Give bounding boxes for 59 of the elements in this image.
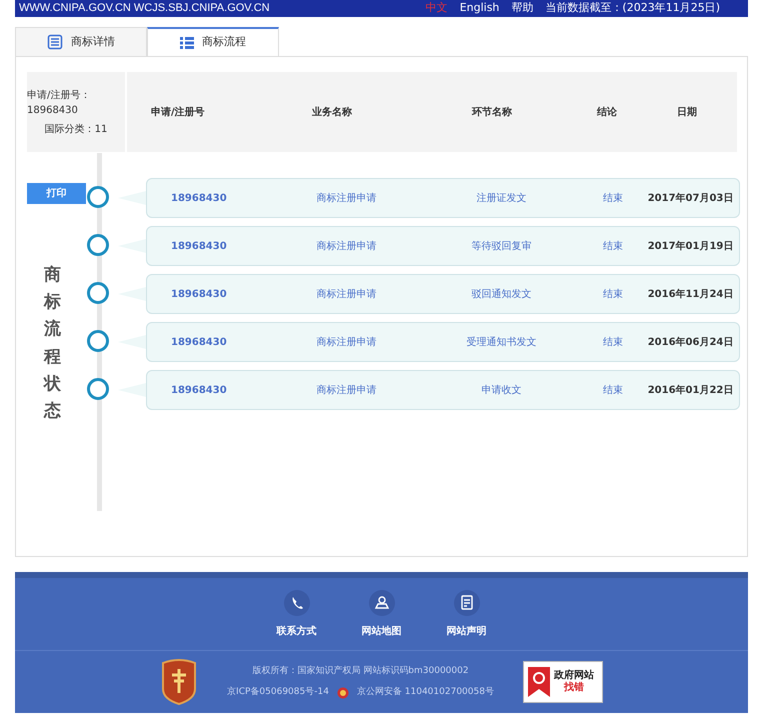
timeline-node-icon (87, 234, 109, 256)
footer-link[interactable]: 联系方式 (276, 590, 316, 638)
badge-title: 政府网站 (554, 670, 594, 682)
table-cell-text: 18968430 (170, 384, 228, 398)
police-badge-icon (336, 686, 349, 699)
table-cell-text: 2016年11月24日 (646, 288, 734, 302)
table-cell-text: 受理通知书发文 (466, 336, 538, 350)
column-header: 结论 (596, 106, 618, 120)
registration-number: 申请/注册号：18968430 (27, 88, 92, 118)
table-cell-text: 商标注册申请 (315, 384, 378, 398)
table-cell-text: 注册证发文 (476, 192, 528, 206)
footer-link[interactable]: 网站声明 (446, 590, 486, 638)
table-cell-text: 2016年01月22日 (646, 384, 734, 398)
table-cell-text: 18968430 (170, 336, 228, 350)
emblem-icon (160, 659, 198, 705)
table-cell-text: 18968430 (170, 288, 228, 302)
table-cell-text: 商标注册申请 (315, 192, 378, 206)
tab[interactable]: 商标详情 (15, 27, 147, 57)
table-cell-text: 等待驳回复审 (470, 240, 533, 254)
footer-link[interactable]: 网站地图 (362, 590, 402, 638)
side-label: 商标流程状态 (44, 264, 61, 423)
international-class: 国际分类：11 (44, 122, 108, 136)
language-link[interactable]: English (460, 0, 500, 17)
table-cell-text: 结束 (602, 192, 624, 206)
table-cell-text: 2017年01月19日 (646, 240, 734, 254)
copyright-text: 版权所有：国家知识产权局 网站标识码bm30000002 (252, 664, 469, 678)
table-cell-text: 结束 (602, 240, 624, 254)
table-cell-text: 2016年06月24日 (646, 336, 734, 350)
phone-icon (284, 590, 310, 616)
list-icon (180, 36, 194, 50)
report-error-badge[interactable]: 政府网站 找错 (523, 661, 603, 703)
site-address: WWW.CNIPA.GOV.CN WCJS.SBJ.CNIPA.GOV.CN (19, 1, 270, 16)
data-date: 当前数据截至：(2023年11月25日) (545, 0, 720, 16)
table-cell-text: 商标注册申请 (315, 336, 378, 350)
table-cell-text: 结束 (602, 384, 624, 398)
language-link[interactable]: 帮助 (511, 0, 534, 17)
table-cell-text: 18968430 (170, 240, 228, 254)
column-header: 日期 (676, 106, 698, 120)
column-header: 申请/注册号 (150, 105, 206, 120)
table-cell-text: 商标注册申请 (315, 240, 378, 254)
table-cell-text: 2017年07月03日 (646, 192, 734, 206)
tab[interactable]: 商标流程 (147, 27, 279, 57)
document-icon (454, 590, 480, 616)
icp-text: 京ICP备05069085号-14 (227, 686, 329, 699)
table-cell-text: 结束 (602, 288, 624, 302)
document-icon (47, 34, 63, 50)
table-cell-text: 申请收文 (480, 384, 523, 398)
timeline-node-icon (87, 378, 109, 400)
timeline-node-icon (87, 330, 109, 352)
police-record-text: 京公网安备 11040102700058号 (356, 686, 494, 699)
table-cell-text: 驳回通知发文 (470, 288, 533, 302)
column-header: 环节名称 (470, 106, 513, 120)
timeline-node-icon (87, 186, 109, 208)
badge-subtitle: 找错 (564, 682, 584, 694)
table-cell-text: 结束 (602, 336, 624, 350)
table-cell-text: 商标注册申请 (315, 288, 378, 302)
table-cell-text: 18968430 (170, 192, 228, 206)
column-header: 业务名称 (311, 106, 353, 120)
timeline-node-icon (87, 282, 109, 304)
